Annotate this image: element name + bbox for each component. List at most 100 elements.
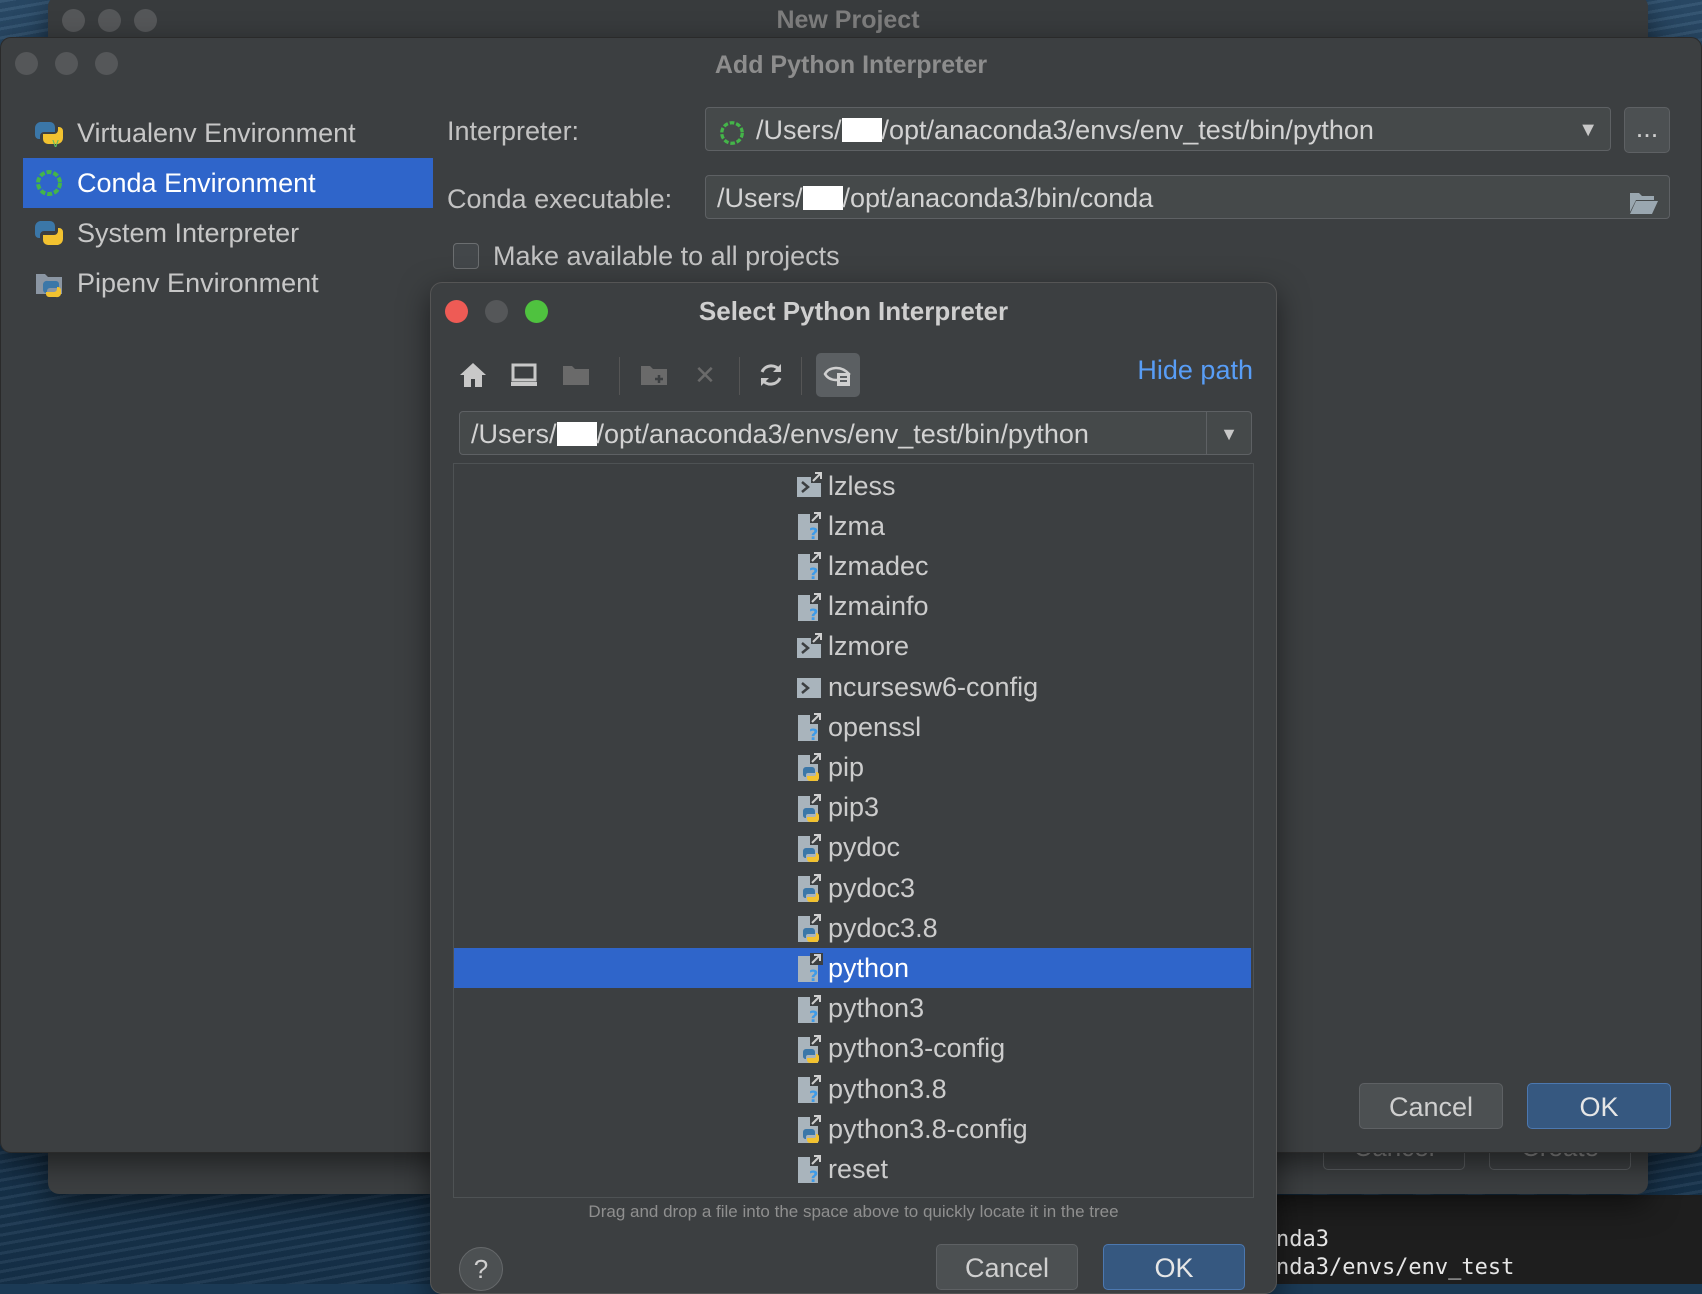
file-tree-row[interactable]: python3.8-config <box>454 1109 1251 1149</box>
cancel-button[interactable]: Cancel <box>1359 1083 1503 1129</box>
unknown-link-file-icon: ? <box>796 1154 824 1186</box>
path-suffix: /opt/anaconda3/envs/env_test/bin/python <box>596 419 1089 449</box>
toolbar-separator <box>619 357 620 395</box>
redacted-username <box>841 118 882 142</box>
chevron-down-icon[interactable]: ▼ <box>1206 412 1251 454</box>
svg-text:?: ? <box>809 1167 818 1184</box>
file-name: python3 <box>828 993 925 1024</box>
refresh-icon[interactable] <box>751 355 791 395</box>
file-name: lzless <box>828 470 896 501</box>
svg-text:v: v <box>52 136 59 148</box>
file-name: ncursesw6-config <box>828 671 1039 702</box>
file-tree-row[interactable]: ? python3.8 <box>454 1069 1251 1109</box>
unknown-link-file-icon: ? <box>796 1074 824 1106</box>
file-name: python <box>828 952 910 983</box>
sidebar-item-system-interpreter[interactable]: System Interpreter <box>23 208 433 258</box>
file-name: lzmainfo <box>828 591 929 622</box>
pipenv-icon <box>33 267 65 299</box>
close-window-button[interactable] <box>445 300 468 323</box>
folder-open-icon[interactable] <box>1629 185 1659 218</box>
file-name: pydoc3.8 <box>828 912 938 943</box>
browse-interpreter-button[interactable]: ... <box>1624 107 1670 153</box>
minimize-window-button[interactable] <box>98 9 121 32</box>
file-tree-row[interactable]: pip <box>454 747 1251 787</box>
interpreter-path-suffix: /opt/anaconda3/envs/env_test/bin/python <box>881 115 1374 145</box>
show-hidden-files-icon[interactable] <box>816 353 860 397</box>
file-tree-row[interactable]: ? lzmainfo <box>454 587 1251 627</box>
python-link-file-icon <box>796 832 824 863</box>
redacted-username <box>556 422 597 446</box>
python-link-file-icon <box>796 792 824 823</box>
file-name: pydoc3 <box>828 872 916 903</box>
desktop-icon[interactable] <box>504 355 544 395</box>
zoom-window-button[interactable] <box>525 300 548 323</box>
minimize-window-button[interactable] <box>55 52 78 75</box>
help-button[interactable]: ? <box>459 1247 503 1291</box>
sidebar-item-label: System Interpreter <box>77 217 300 248</box>
python-link-file-icon <box>796 1033 824 1064</box>
python-link-file-icon <box>796 873 824 903</box>
ok-button[interactable]: OK <box>1527 1083 1671 1129</box>
hide-path-link[interactable]: Hide path <box>1137 355 1253 386</box>
make-available-label: Make available to all projects <box>493 241 840 271</box>
home-icon[interactable] <box>453 355 493 395</box>
file-name: pip3 <box>828 792 880 823</box>
sidebar-item-virtualenv[interactable]: v Virtualenv Environment <box>23 108 433 158</box>
ok-button[interactable]: OK <box>1103 1244 1245 1290</box>
new-folder-icon[interactable] <box>634 355 674 395</box>
file-tree-row[interactable]: ? lzmadec <box>454 546 1251 586</box>
svg-text:?: ? <box>809 725 818 742</box>
file-tree-row[interactable]: pydoc3 <box>454 868 1251 908</box>
delete-icon[interactable]: ✕ <box>685 355 725 395</box>
python-link-file-icon <box>796 1114 824 1144</box>
close-window-button[interactable] <box>62 9 85 32</box>
minimize-window-button[interactable] <box>485 300 508 323</box>
close-window-button[interactable] <box>15 52 38 75</box>
svg-text:?: ? <box>809 1007 818 1024</box>
file-name: python3-config <box>828 1033 1006 1064</box>
unknown-link-file-icon: ? <box>796 993 824 1026</box>
file-tree-row[interactable]: python3-config <box>454 1029 1251 1069</box>
unknown-link-file-icon: ? <box>796 712 824 744</box>
sidebar-item-pipenv[interactable]: Pipenv Environment <box>23 258 433 308</box>
file-tree-row[interactable]: ? python3 <box>454 989 1251 1029</box>
toolbar-separator <box>739 357 740 395</box>
svg-text:?: ? <box>809 1087 818 1104</box>
shell-link-file-icon <box>796 471 824 501</box>
project-folder-icon[interactable] <box>556 355 596 395</box>
file-name: pip <box>828 751 865 782</box>
file-tree-row[interactable]: pip3 <box>454 788 1251 828</box>
make-available-checkbox[interactable] <box>453 243 479 269</box>
file-tree-row[interactable]: lzmore <box>454 627 1251 667</box>
file-tree-row[interactable]: pydoc <box>454 828 1251 868</box>
drag-drop-hint: Drag and drop a file into the space abov… <box>588 1202 1119 1221</box>
unknown-link-file-icon: ? <box>796 953 824 985</box>
svg-text:?: ? <box>809 564 818 581</box>
file-tree-row[interactable]: ? lzma <box>454 506 1251 546</box>
file-tree-row[interactable]: ncursesw6-config <box>454 667 1251 707</box>
file-tree-row[interactable]: ? openssl <box>454 707 1251 747</box>
svg-text:?: ? <box>809 524 818 541</box>
chevron-down-icon[interactable]: ▼ <box>1578 108 1598 150</box>
file-name: lzmadec <box>828 550 929 581</box>
interpreter-label: Interpreter: <box>447 116 580 146</box>
file-tree-row[interactable]: lzless <box>454 466 1251 506</box>
conda-icon <box>33 167 65 199</box>
interpreter-path-prefix: /Users/ <box>756 115 842 145</box>
sidebar-item-label: Conda Environment <box>77 167 316 198</box>
svg-text:?: ? <box>809 605 818 622</box>
interpreter-select[interactable]: /Users/ /opt/anaconda3/envs/env_test/bin/… <box>705 107 1611 151</box>
zoom-window-button[interactable] <box>95 52 118 75</box>
python-link-file-icon <box>796 913 824 943</box>
conda-executable-field[interactable]: /Users/ /opt/anaconda3/bin/conda <box>705 175 1670 219</box>
path-combobox[interactable]: /Users/ /opt/anaconda3/envs/env_test/bin/… <box>459 411 1252 455</box>
file-name: python3.8-config <box>828 1113 1028 1144</box>
file-tree-row[interactable]: pydoc3.8 <box>454 908 1251 948</box>
zoom-window-button[interactable] <box>134 9 157 32</box>
file-tree-row[interactable]: ? python <box>454 948 1251 989</box>
file-tree[interactable]: lzless ? lzma? lzmadec? lzmainfo lzmore ncurse… <box>453 463 1254 1198</box>
cancel-button[interactable]: Cancel <box>936 1244 1078 1290</box>
file-name: lzmore <box>828 631 910 662</box>
sidebar-item-conda[interactable]: Conda Environment <box>23 158 433 208</box>
file-tree-row[interactable]: ? reset <box>454 1149 1251 1189</box>
